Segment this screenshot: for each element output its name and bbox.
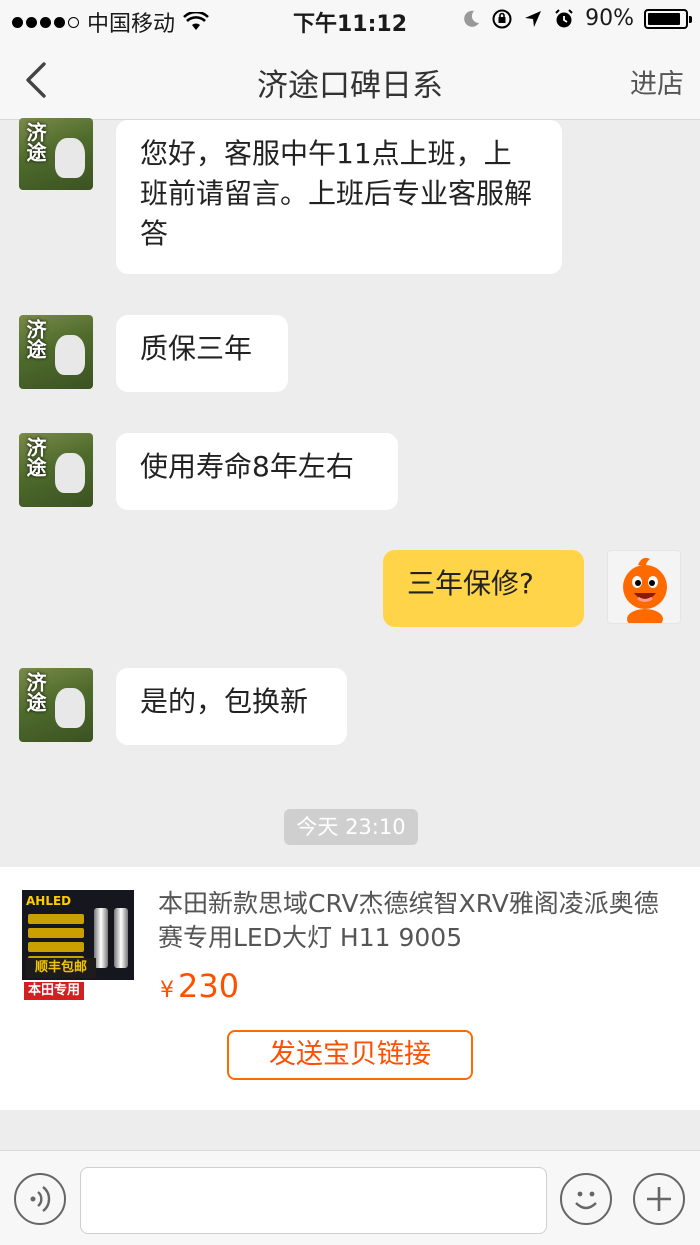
price-value: 230: [178, 967, 240, 1005]
status-bar: 中国移动 下午11:12 90%: [0, 0, 700, 40]
input-bar: [0, 1150, 700, 1245]
voice-input-button[interactable]: [14, 1173, 66, 1225]
page-title: 济途口碑日系: [257, 68, 443, 104]
plus-icon: [647, 1187, 671, 1211]
battery-level: [648, 12, 681, 25]
product-card[interactable]: AHLED 顺丰包邮 本田专用 本田新款思域CRV杰德缤智XRV雅阁凌派奥德赛专…: [0, 867, 700, 1110]
shop-avatar[interactable]: 济途: [19, 668, 93, 742]
location-icon: [525, 10, 542, 27]
alarm-icon: [555, 8, 573, 27]
voice-icon: [30, 1186, 51, 1212]
message-bubble[interactable]: 是的，包换新: [116, 668, 347, 745]
shop-avatar[interactable]: 济途: [19, 118, 93, 190]
shop-avatar[interactable]: 济途: [19, 433, 93, 507]
battery-icon: [644, 8, 692, 29]
product-price: ¥230: [160, 967, 239, 1005]
send-product-link-button[interactable]: 发送宝贝链接: [227, 1030, 473, 1080]
my-message-bubble[interactable]: 三年保修?: [383, 550, 584, 627]
battery-percent: 90%: [585, 6, 634, 31]
more-button[interactable]: [633, 1173, 685, 1225]
product-image[interactable]: AHLED 顺丰包邮 本田专用: [22, 890, 134, 1002]
mascot-icon: [623, 557, 667, 623]
currency-symbol: ¥: [160, 978, 174, 1003]
nav-bar: 济途口碑日系 进店: [0, 40, 700, 120]
moon-icon: [464, 10, 480, 27]
message-input[interactable]: [80, 1167, 547, 1234]
emoji-button[interactable]: [560, 1173, 612, 1225]
orientation-lock-icon: [492, 9, 512, 28]
message-bubble[interactable]: 使用寿命8年左右: [116, 433, 398, 510]
brand-badge: 本田专用: [24, 982, 85, 1000]
enter-shop-button[interactable]: 进店: [630, 62, 684, 101]
user-avatar[interactable]: [607, 550, 681, 624]
message-bubble[interactable]: 质保三年: [116, 315, 288, 392]
smiley-icon: [575, 1191, 597, 1210]
shop-avatar[interactable]: 济途: [19, 315, 93, 389]
free-shipping-badge: 顺丰包邮: [26, 958, 96, 978]
chat-timestamp: 今天 23:10: [284, 809, 418, 845]
message-bubble[interactable]: 您好，客服中午11点上班，上班前请留言。上班后专业客服解答: [116, 120, 562, 274]
product-title[interactable]: 本田新款思域CRV杰德缤智XRV雅阁凌派奥德赛专用LED大灯 H11 9005: [158, 887, 678, 955]
